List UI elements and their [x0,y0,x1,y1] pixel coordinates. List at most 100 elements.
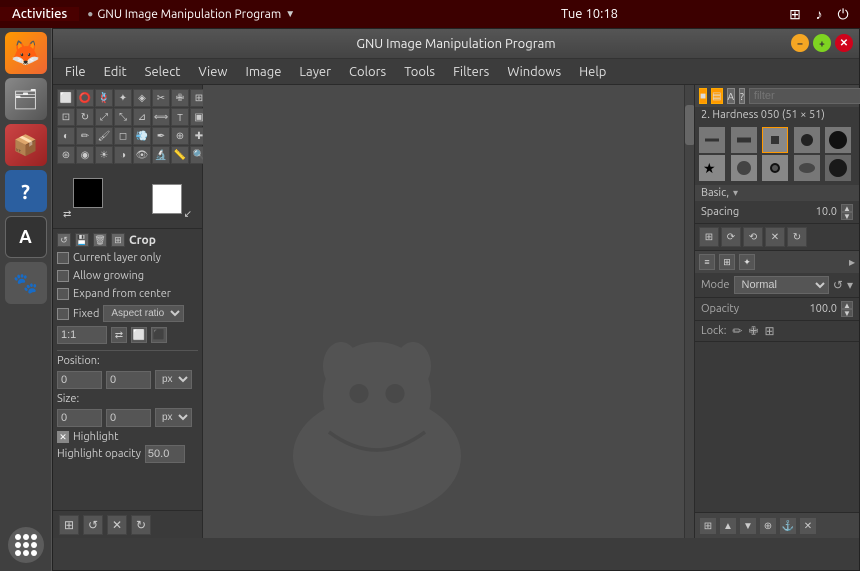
dock-gimp[interactable]: 🐾 [5,262,47,304]
brush-cell[interactable] [699,127,725,153]
current-layer-checkbox[interactable] [57,252,69,264]
reset-colors[interactable]: ↙ [184,208,192,220]
ratio-portrait-btn[interactable]: ⬛ [151,327,167,343]
brush-cell[interactable] [825,155,851,181]
tool-measure[interactable]: 📏 [171,146,189,164]
undo-btn[interactable]: ↺ [83,515,103,535]
close-button[interactable]: ✕ [835,34,853,52]
spacing-down[interactable]: ▼ [841,212,853,220]
save-tool-icon[interactable]: 💾 [75,233,89,247]
tool-rotate[interactable]: ↻ [76,108,94,126]
brush-category[interactable]: Basic, ▾ [695,185,859,201]
lock-all-btn[interactable]: ⊞ [765,324,775,338]
menu-tools[interactable]: Tools [396,63,443,81]
brush-flip-h-btn[interactable]: ⟲ [743,227,763,247]
tool-shear[interactable]: ⤡ [114,108,132,126]
highlight-toggle[interactable]: ✕ [57,431,69,443]
brush-save-btn[interactable]: ⊞ [699,227,719,247]
mode-arrow[interactable]: ▾ [847,278,853,292]
pos-y-input[interactable] [106,371,151,389]
volume-icon[interactable]: ♪ [810,5,828,23]
dock-files[interactable]: 🗂 [5,78,47,120]
menu-windows[interactable]: Windows [499,63,569,81]
tool-fuzzy-select[interactable]: ✦ [114,89,132,107]
tool-move[interactable]: ✙ [171,89,189,107]
tool-blur[interactable]: ◉ [76,146,94,164]
swap-colors[interactable]: ⇄ [63,208,71,220]
channels-icon[interactable]: ⊞ [719,254,735,270]
lock-pixels-btn[interactable]: ✏ [732,324,742,338]
opacity-spinner[interactable]: ▲ ▼ [841,301,853,317]
tool-blend[interactable]: ◐ [57,127,75,145]
canvas-area[interactable] [203,85,694,538]
menu-image[interactable]: Image [238,63,290,81]
reset-tool-icon[interactable]: ↺ [57,233,71,247]
tool-crop[interactable]: ⊡ [57,108,75,126]
brush-type-pattern[interactable]: ▤ [711,88,722,104]
show-apps-button[interactable] [8,527,44,563]
menu-view[interactable]: View [190,63,235,81]
allow-growing-checkbox[interactable] [57,270,69,282]
brush-cell[interactable]: ★ [699,155,725,181]
menu-colors[interactable]: Colors [341,63,394,81]
dock-font[interactable]: A [5,216,47,258]
brush-filter-input[interactable] [749,88,860,104]
brush-help[interactable]: ? [739,88,745,104]
tool-flip[interactable]: ⟺ [152,108,170,126]
maximize-button[interactable]: + [813,34,831,52]
anchor-layer-btn[interactable]: ⚓ [779,517,797,535]
tool-desaturate[interactable]: ◑ [114,146,132,164]
brush-delete-btn[interactable]: ✕ [765,227,785,247]
brush-flip-v-btn[interactable]: ⟳ [721,227,741,247]
vscroll-thumb[interactable] [685,105,694,145]
tool-perspective[interactable]: ⊿ [133,108,151,126]
brush-cell[interactable] [731,127,757,153]
position-unit-select[interactable]: px [155,370,192,389]
tool-perspective-clone[interactable]: ⊛ [57,146,75,164]
brush-cell[interactable] [794,155,820,181]
tool-rect-select[interactable]: ⬜ [57,89,75,107]
size-unit-select[interactable]: px [155,408,192,427]
tool-eraser[interactable]: ◻ [114,127,132,145]
canvas-vscrollbar[interactable] [684,85,694,538]
size-y-input[interactable] [106,409,151,427]
duplicate-layer-btn[interactable]: ⊕ [759,517,777,535]
tool-clone[interactable]: ⊕ [171,127,189,145]
tool-color-picker[interactable]: 🔬 [152,146,170,164]
tool-free-select[interactable]: 🪢 [95,89,113,107]
brush-cell[interactable] [825,127,851,153]
background-color[interactable] [152,184,182,214]
dock-software[interactable]: 📦 [5,124,47,166]
power-icon[interactable]: ⏻ [834,5,852,23]
tool-ellipse-select[interactable]: ⭕ [76,89,94,107]
mode-reset-btn[interactable]: ↺ [833,278,843,292]
pos-x-input[interactable] [57,371,102,389]
menu-help[interactable]: Help [571,63,614,81]
paths-icon[interactable]: ✦ [739,254,755,270]
ratio-landscape-btn[interactable]: ⬜ [131,327,147,343]
foreground-color[interactable] [73,178,103,208]
ratio-swap-btn[interactable]: ⇄ [111,327,127,343]
menu-select[interactable]: Select [137,63,189,81]
raise-layer-btn[interactable]: ▲ [719,517,737,535]
layers-icon[interactable]: ≡ [699,254,715,270]
ratio-input[interactable] [57,326,107,344]
menu-file[interactable]: File [57,63,94,81]
activities-button[interactable]: Activities [0,7,79,21]
minimize-button[interactable]: – [791,34,809,52]
brush-type-font[interactable]: A [727,88,736,104]
tool-airbrush[interactable]: 💨 [133,127,151,145]
spacing-spinner[interactable]: ▲ ▼ [841,204,853,220]
delete-tool-icon[interactable]: 🗑 [93,233,107,247]
tool-scissors[interactable]: ✂ [152,89,170,107]
tool-dodge[interactable]: ☀ [95,146,113,164]
new-image-btn[interactable]: ⊞ [59,515,79,535]
size-x-input[interactable] [57,409,102,427]
tool-text[interactable]: T [171,108,189,126]
tool-paintbrush[interactable]: 🖌 [95,127,113,145]
opacity-down[interactable]: ▼ [841,309,853,317]
brush-type-solid[interactable]: ■ [699,88,707,104]
brush-cell-selected[interactable] [762,127,788,153]
tool-pencil[interactable]: ✏ [76,127,94,145]
brush-cell[interactable] [794,127,820,153]
